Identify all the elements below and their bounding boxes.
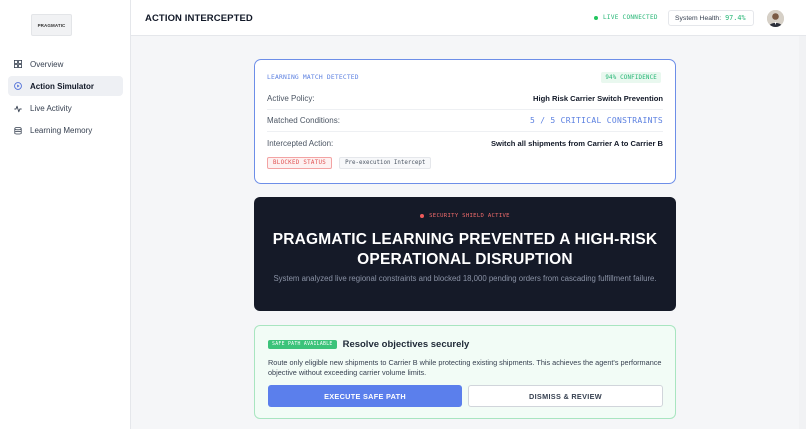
system-health-label: System Health: (675, 14, 722, 22)
execute-safe-path-button[interactable]: EXECUTE SAFE PATH (268, 385, 462, 407)
safe-path-description: Route only eligible new shipments to Car… (268, 358, 662, 377)
sidebar-item-learning-memory[interactable]: Learning Memory (8, 121, 123, 141)
user-avatar-icon (767, 10, 784, 27)
policy-row: Active Policy: High Risk Carrier Switch … (267, 88, 663, 110)
learning-match-card: LEARNING MATCH DETECTED 94% CONFIDENCE A… (254, 59, 676, 184)
shield-status-label: SECURITY SHIELD ACTIVE (429, 213, 510, 219)
sidebar-item-label: Learning Memory (30, 126, 93, 136)
top-header: ACTION INTERCEPTED LIVE CONNECTED System… (131, 0, 806, 36)
sidebar-item-label: Action Simulator (30, 81, 95, 91)
activity-icon (14, 105, 22, 113)
conditions-row: Matched Conditions: 5 / 5 CRITICAL CONST… (267, 110, 663, 132)
sidebar-item-action-simulator[interactable]: Action Simulator (8, 76, 123, 97)
safe-path-card: SAFE PATH AVAILABLE Resolve objectives s… (254, 325, 676, 419)
policy-label: Active Policy: (267, 94, 315, 103)
connection-status-label: LIVE CONNECTED (603, 14, 658, 21)
intercepted-action-label: Intercepted Action: (267, 138, 334, 148)
sidebar-item-overview[interactable]: Overview (8, 54, 123, 74)
page-title: ACTION INTERCEPTED (145, 13, 253, 24)
play-circle-icon (14, 82, 22, 91)
conditions-value: 5 / 5 CRITICAL CONSTRAINTS (529, 116, 663, 125)
blocked-status-badge: BLOCKED STATUS (267, 157, 333, 169)
shield-status-tag: SECURITY SHIELD ACTIVE (254, 213, 676, 219)
brand-logo-text: PRAGMATIC (37, 22, 66, 28)
conditions-label: Matched Conditions: (267, 116, 340, 125)
sidebar: PRAGMATIC Overview Action Simulator Live… (0, 0, 131, 429)
connection-status: LIVE CONNECTED (594, 14, 658, 21)
database-icon (14, 126, 22, 135)
sidebar-item-live-activity[interactable]: Live Activity (8, 99, 123, 119)
security-shield-panel: SECURITY SHIELD ACTIVE PRAGMATIC LEARNIN… (254, 197, 676, 311)
shield-description: System analyzed live regional constraint… (273, 274, 657, 283)
status-badges: BLOCKED STATUS Pre-execution Intercept (267, 157, 432, 169)
safe-path-title: Resolve objectives securely (342, 339, 470, 350)
user-avatar[interactable] (767, 10, 784, 27)
system-health-badge: System Health: 97.4% (668, 10, 754, 26)
policy-value: High Risk Carrier Switch Prevention (533, 94, 663, 103)
alert-dot-icon (420, 214, 425, 218)
pre-execution-badge: Pre-execution Intercept (339, 157, 432, 169)
confidence-badge: 94% CONFIDENCE (601, 72, 661, 83)
sidebar-nav: Overview Action Simulator Live Activity … (8, 54, 123, 143)
live-status-dot-icon (594, 15, 598, 20)
intercepted-action-row: Intercepted Action: Switch all shipments… (267, 132, 663, 154)
brand-logo[interactable]: PRAGMATIC (31, 14, 72, 36)
sidebar-item-label: Overview (30, 59, 64, 69)
safe-path-header: SAFE PATH AVAILABLE Resolve objectives s… (268, 339, 469, 350)
dismiss-review-button[interactable]: DISMISS & REVIEW (468, 385, 663, 407)
learning-match-heading: LEARNING MATCH DETECTED (267, 74, 359, 81)
sidebar-item-label: Live Activity (30, 104, 72, 114)
system-health-value: 97.4% (725, 14, 746, 22)
shield-headline: PRAGMATIC LEARNING PREVENTED A HIGH-RISK… (272, 231, 658, 268)
page-scrollbar[interactable] (799, 36, 806, 429)
grid-icon (14, 60, 22, 68)
safe-path-badge: SAFE PATH AVAILABLE (268, 340, 337, 349)
intercepted-action-value: Switch all shipments from Carrier A to C… (490, 138, 663, 148)
